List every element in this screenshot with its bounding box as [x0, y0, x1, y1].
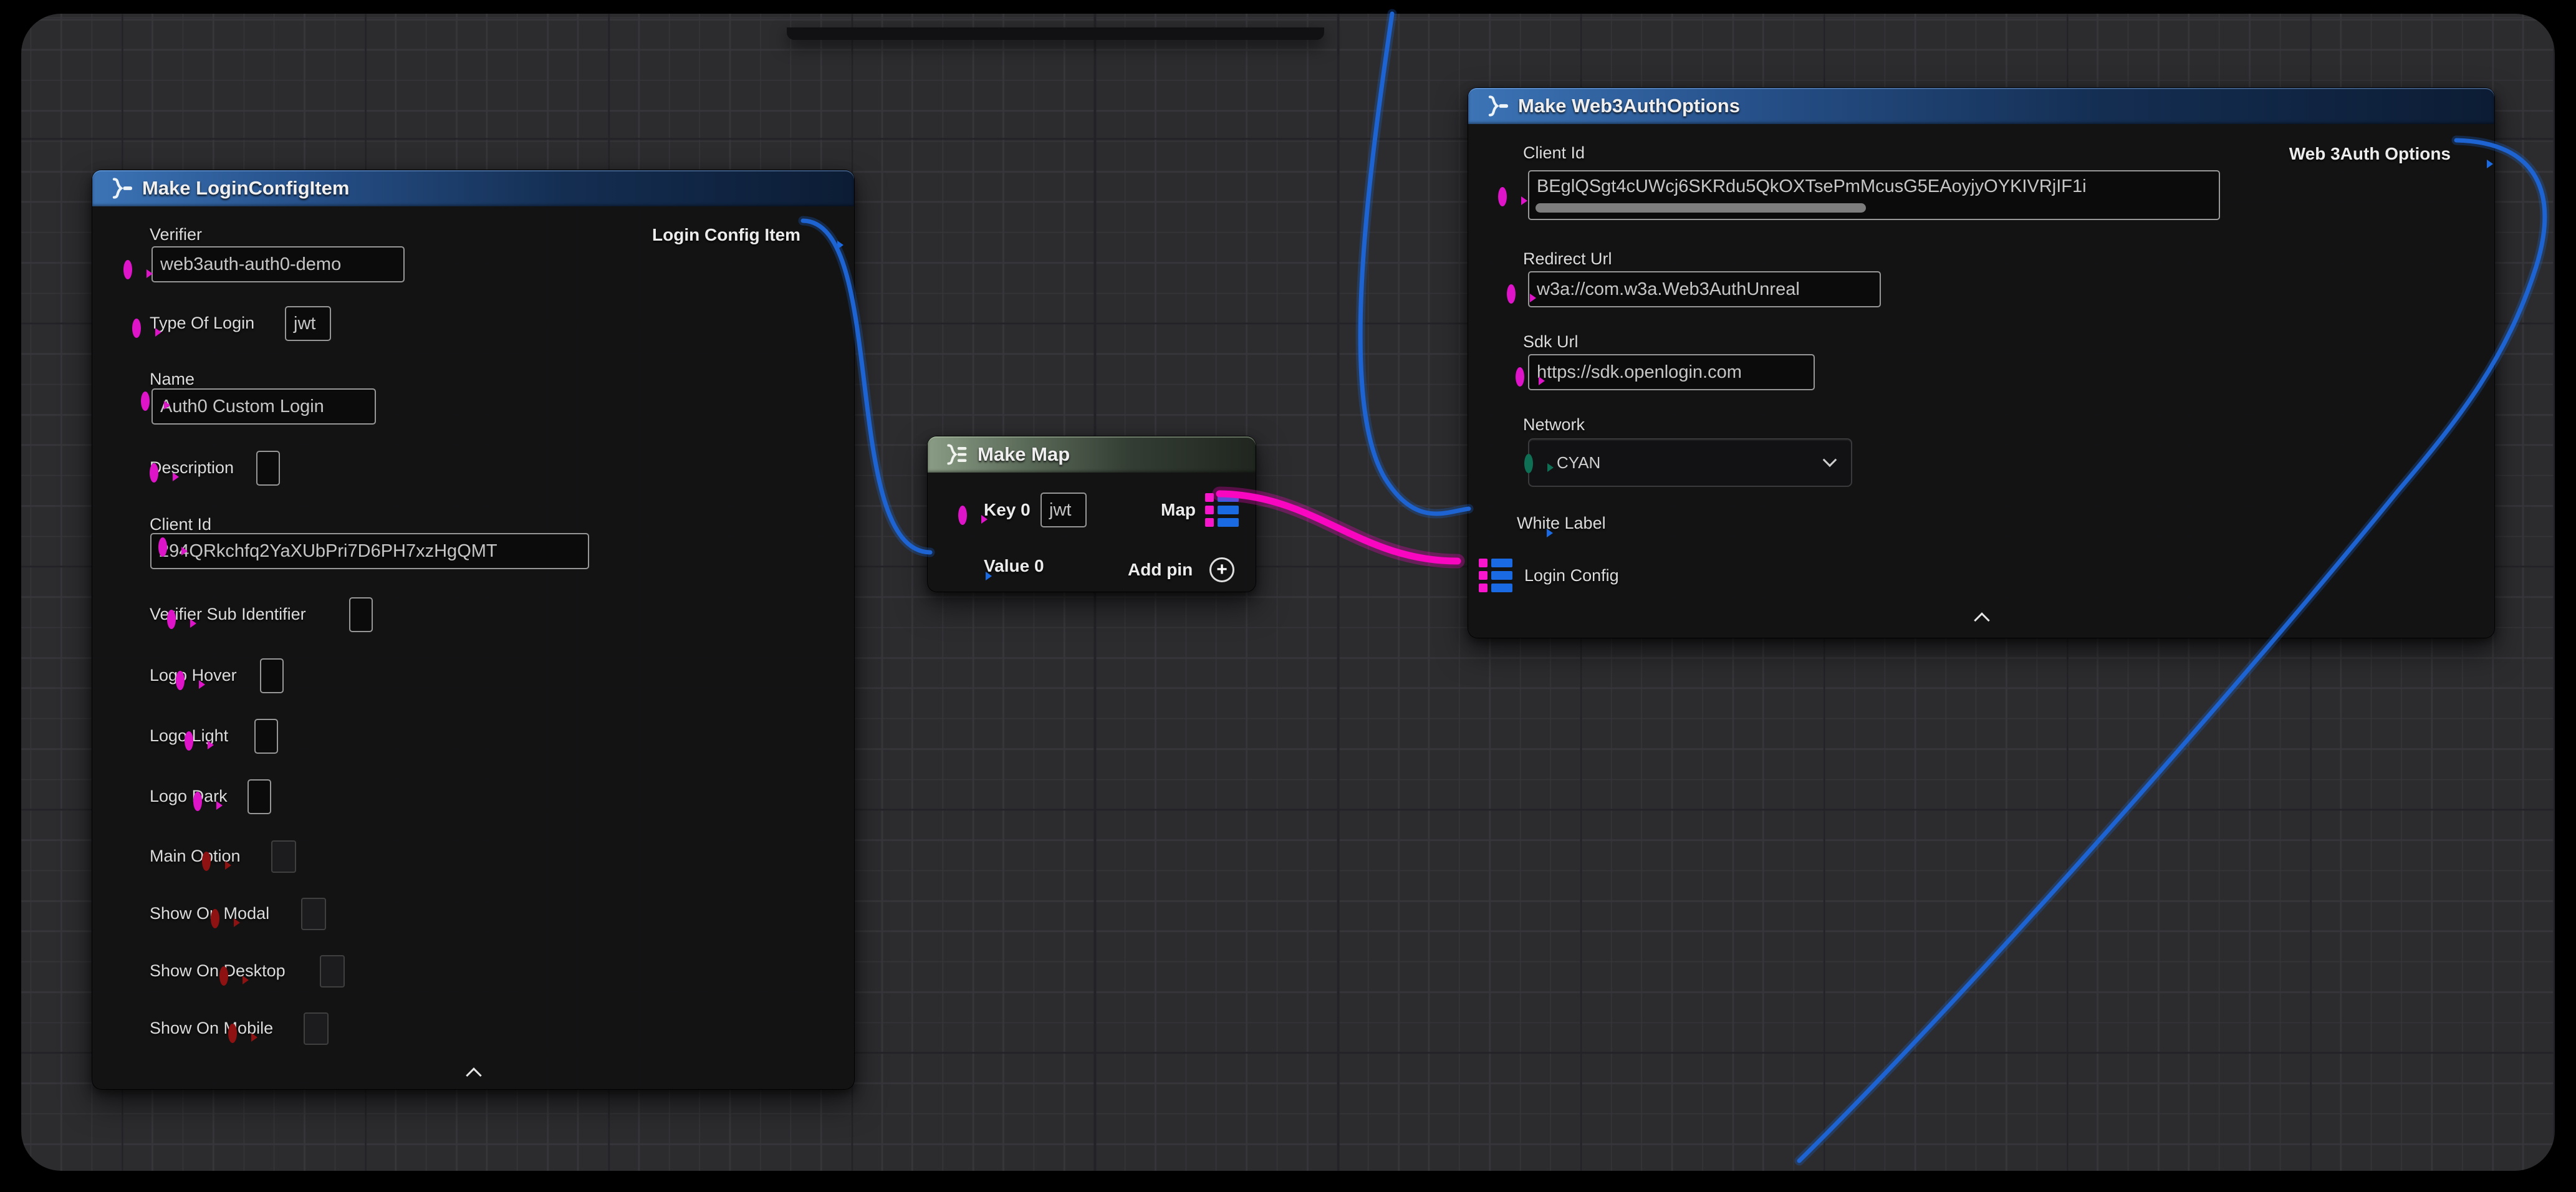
logo-dark-field[interactable]: [248, 779, 271, 814]
pin-label-verifier: Verifier: [150, 224, 202, 244]
chevron-down-icon: [1823, 453, 1837, 467]
input-pin-login-config[interactable]: [1479, 559, 1512, 592]
pin-label-client-id: Client Id: [150, 514, 211, 534]
node-make-map[interactable]: Make Map Key 0 jwt Map Value 0 Add pin +: [927, 436, 1256, 592]
pin-label-value0: Value 0: [984, 556, 1044, 576]
input-pin-network[interactable]: [1524, 454, 1533, 473]
input-pin-main-option[interactable]: [202, 852, 211, 871]
main-option-checkbox[interactable]: [271, 840, 296, 873]
input-pin-description[interactable]: [150, 463, 158, 483]
client-id-field-scrollbar[interactable]: [1536, 203, 1866, 213]
node-title: Make Web3AuthOptions: [1518, 95, 1740, 117]
pin-label-logo-hover: Logo Hover: [150, 665, 237, 685]
logo-hover-field[interactable]: [260, 658, 284, 693]
output-label-web3auth-options: Web 3Auth Options: [2289, 144, 2451, 164]
input-pin-sdk-url[interactable]: [1516, 367, 1524, 387]
blueprint-graph-canvas[interactable]: Make LoginConfigItem Login Config Item V…: [21, 14, 2555, 1171]
node-title: Make Map: [978, 443, 1070, 466]
verifier-field[interactable]: web3auth-auth0-demo: [151, 246, 405, 282]
node-header-make-loginconfigitem[interactable]: Make LoginConfigItem: [92, 170, 854, 206]
pin-label-white-label: White Label: [1517, 513, 1606, 533]
input-pin-redirect-url[interactable]: [1507, 284, 1516, 304]
network-dropdown-value: CYAN: [1557, 453, 1600, 473]
make-struct-icon: [1482, 95, 1508, 117]
input-pin-show-on-modal[interactable]: [211, 909, 219, 928]
input-pin-key0[interactable]: [958, 506, 967, 525]
client-id-field[interactable]: BEglQSgt4cUWcj6SKRdu5QkOXTsePmMcusG5EAoy…: [1528, 170, 2220, 220]
verifier-sub-identifier-field[interactable]: [349, 597, 373, 632]
input-pin-type-of-login[interactable]: [132, 319, 141, 338]
pin-label-show-on-desktop: Show On Desktop: [150, 961, 286, 981]
input-pin-name[interactable]: [141, 392, 150, 411]
collapse-node-chevron-icon[interactable]: [1974, 612, 1989, 628]
input-pin-logo-hover[interactable]: [176, 671, 185, 690]
show-on-modal-checkbox[interactable]: [301, 898, 326, 930]
pin-label-client-id: Client Id: [1523, 143, 1585, 163]
sdk-url-field[interactable]: https://sdk.openlogin.com: [1528, 354, 1815, 390]
input-pin-verifier[interactable]: [123, 260, 132, 279]
pin-label-sdk-url: Sdk Url: [1523, 332, 1579, 352]
node-header-make-map[interactable]: Make Map: [928, 436, 1256, 473]
output-label-map: Map: [1161, 500, 1196, 520]
network-dropdown[interactable]: CYAN: [1528, 438, 1852, 487]
client-id-value: BEglQSgt4cUWcj6SKRdu5QkOXTsePmMcusG5EAoy…: [1537, 176, 2087, 196]
description-field[interactable]: [256, 451, 280, 486]
input-pin-show-on-mobile[interactable]: [228, 1024, 237, 1043]
output-pin-map[interactable]: [1205, 493, 1239, 527]
logo-light-field[interactable]: [254, 719, 278, 754]
make-struct-icon: [106, 178, 132, 199]
pin-label-type-of-login: Type Of Login: [150, 313, 254, 333]
add-pin-label[interactable]: Add pin: [1128, 560, 1193, 580]
collapse-node-chevron-icon[interactable]: [466, 1067, 481, 1083]
node-make-web3authoptions[interactable]: Make Web3AuthOptions Web 3Auth Options C…: [1468, 87, 2495, 638]
pin-label-name: Name: [150, 369, 195, 389]
pin-label-show-on-modal: Show On Modal: [150, 903, 269, 923]
input-pin-logo-light[interactable]: [185, 731, 193, 751]
output-label-login-config-item: Login Config Item: [652, 225, 800, 245]
name-field[interactable]: Auth0 Custom Login: [151, 388, 376, 425]
input-pin-client-id[interactable]: [1498, 187, 1507, 206]
node-make-loginconfigitem[interactable]: Make LoginConfigItem Login Config Item V…: [92, 170, 855, 1090]
client-id-field[interactable]: 294QRkchfq2YaXUbPri7D6PH7xzHgQMT: [150, 533, 589, 569]
pin-label-login-config: Login Config: [1524, 565, 1619, 585]
node-header-make-web3authoptions[interactable]: Make Web3AuthOptions: [1468, 88, 2494, 124]
input-pin-show-on-desktop[interactable]: [219, 966, 228, 986]
show-on-mobile-checkbox[interactable]: [304, 1012, 329, 1045]
input-pin-logo-dark[interactable]: [193, 792, 202, 811]
add-pin-icon[interactable]: +: [1209, 557, 1234, 582]
type-of-login-field[interactable]: jwt: [285, 306, 331, 341]
pin-label-key0: Key 0: [984, 500, 1031, 520]
node-title: Make LoginConfigItem: [142, 177, 349, 199]
redirect-url-field[interactable]: w3a://com.w3a.Web3AuthUnreal: [1528, 271, 1881, 307]
show-on-desktop-checkbox[interactable]: [320, 955, 345, 988]
input-pin-client-id[interactable]: [158, 537, 167, 557]
pin-label-redirect-url: Redirect Url: [1523, 249, 1612, 269]
pin-label-logo-dark: Logo Dark: [150, 786, 228, 806]
input-pin-verifier-sub-identifier[interactable]: [167, 610, 176, 629]
offscreen-node-bottom-edge: [787, 27, 1324, 40]
key0-field[interactable]: jwt: [1040, 493, 1087, 527]
pin-label-description: Description: [150, 458, 234, 478]
make-map-icon: [941, 444, 968, 465]
pin-label-network: Network: [1523, 415, 1585, 435]
